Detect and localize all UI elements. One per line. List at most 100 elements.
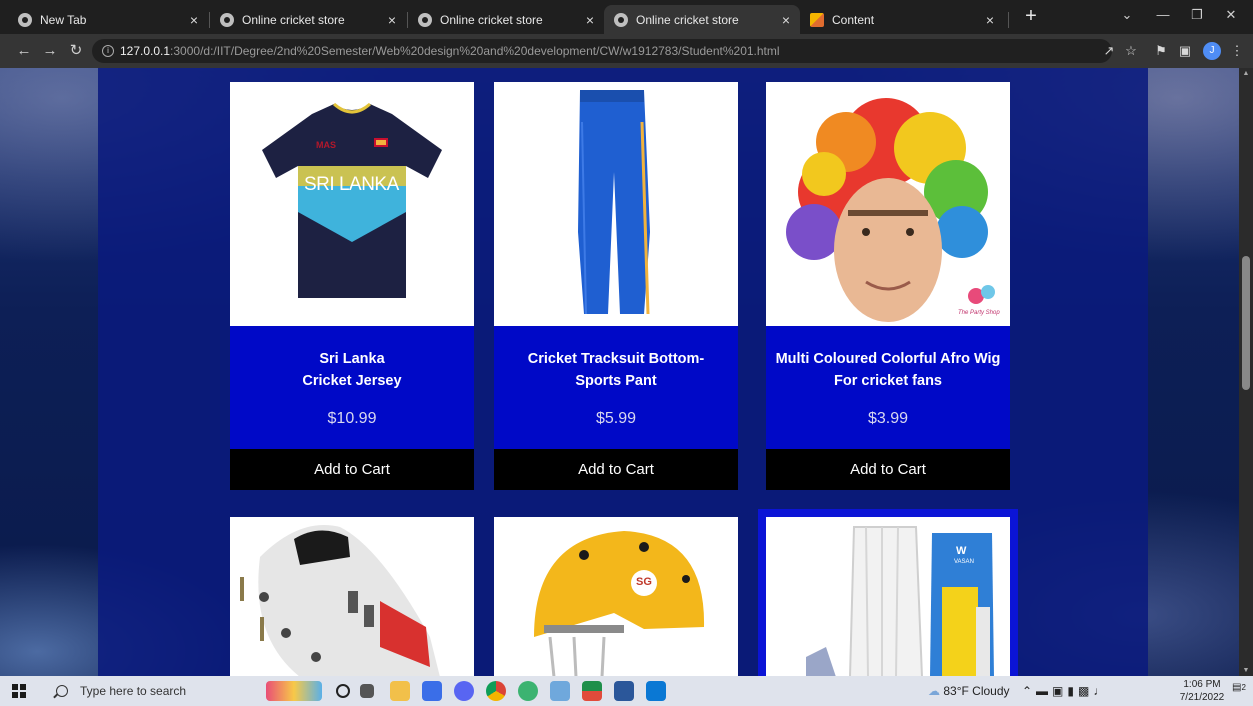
product-title: Cricket Tracksuit Bottom- Sports Pant xyxy=(494,348,738,392)
close-icon[interactable]: × xyxy=(586,12,594,28)
news-widget-icon[interactable] xyxy=(266,681,322,701)
product-price: $3.99 xyxy=(867,410,909,427)
helmet-illustration xyxy=(534,531,705,676)
pads-brand-label: VASAN xyxy=(954,559,974,565)
page-scrollbar[interactable]: ▲ ▼ xyxy=(1239,68,1253,676)
site-info-icon[interactable]: i xyxy=(102,45,114,57)
new-tab-button[interactable]: + xyxy=(1020,5,1042,27)
word-icon[interactable] xyxy=(614,681,634,701)
tab-online-cricket-store-active[interactable]: Online cricket store × xyxy=(604,5,800,34)
helmet-logo: SG xyxy=(636,576,652,588)
search-placeholder: Type here to search xyxy=(80,684,187,698)
reload-icon[interactable]: ↻ xyxy=(66,41,86,61)
address-bar[interactable]: i 127.0.0.1:3000/d:/IIT/Degree/2nd%20Sem… xyxy=(92,39,1112,63)
close-icon[interactable]: × xyxy=(388,12,396,28)
product-title: Sri Lanka Cricket Jersey xyxy=(230,348,474,392)
product-image-jersey: MAS SRI LANKA xyxy=(230,82,474,326)
url-host: 127.0.0.1 xyxy=(120,44,171,58)
product-title-line2: Cricket Jersey xyxy=(302,373,402,389)
product-title-line1: Multi Coloured Colorful Afro Wig xyxy=(775,351,1001,367)
product-image-helmet: SG xyxy=(494,517,738,676)
task-view-icon[interactable] xyxy=(360,684,374,698)
product-price: $5.99 xyxy=(595,410,637,427)
close-icon[interactable]: × xyxy=(782,12,790,28)
tab-title: New Tab xyxy=(40,12,87,27)
app-green-icon[interactable] xyxy=(518,681,538,701)
add-to-cart-button[interactable]: Add to Cart xyxy=(766,449,1010,490)
add-to-cart-button[interactable]: Add to Cart xyxy=(230,449,474,490)
notification-count: 2 xyxy=(1241,683,1246,692)
cortana-icon[interactable] xyxy=(336,684,350,698)
tab-online-cricket-store-1[interactable]: Online cricket store × xyxy=(210,5,406,34)
content-icon xyxy=(810,12,824,27)
product-card-wig: The Party Shop Multi Coloured Colorful A… xyxy=(766,82,1010,490)
browser-toolbar: ← → ↻ i 127.0.0.1:3000/d:/IIT/Degree/2nd… xyxy=(0,34,1253,68)
add-to-cart-button[interactable]: Add to Cart xyxy=(494,449,738,490)
chrome-taskbar-icon[interactable] xyxy=(486,681,506,701)
product-card-helmet: SG xyxy=(494,517,738,676)
windows-taskbar: Type here to search ☁ 83°F Cloudy ⌃▬▣▮▩♩… xyxy=(0,676,1253,706)
tab-separator xyxy=(1008,12,1009,28)
discord-icon[interactable] xyxy=(454,681,474,701)
product-image-pants xyxy=(494,82,738,326)
product-card-pads[interactable]: W VASAN xyxy=(766,517,1010,676)
jersey-print-text: SRI LANKA xyxy=(304,174,399,195)
globe-icon xyxy=(220,12,234,27)
product-image-pads: W VASAN xyxy=(766,517,1010,676)
weather-text: 83°F Cloudy xyxy=(943,684,1010,698)
scroll-up-arrow-icon[interactable]: ▲ xyxy=(1242,70,1250,77)
pads-illustration xyxy=(806,526,994,676)
app-blue-icon[interactable] xyxy=(550,681,570,701)
product-info: Sri Lanka Cricket Jersey $10.99 xyxy=(230,326,474,449)
clock-date: 7/21/2022 xyxy=(1179,692,1225,703)
tab-title: Online cricket store xyxy=(440,12,543,27)
taskbar-clock[interactable]: 1:06 PM 7/21/2022 xyxy=(1176,678,1228,704)
forward-arrow-icon[interactable]: → xyxy=(40,41,60,61)
tab-new-tab[interactable]: New Tab × xyxy=(8,5,208,34)
product-price: $10.99 xyxy=(327,410,377,427)
browser-tab-strip: New Tab × Online cricket store × Online … xyxy=(0,0,1253,34)
tab-title: Online cricket store xyxy=(242,12,345,27)
menu-kebab-icon[interactable]: ⋮ xyxy=(1228,42,1246,60)
close-icon[interactable]: × xyxy=(986,12,994,28)
url-path: :3000/d:/IIT/Degree/2nd%20Semester/Web%2… xyxy=(170,44,780,58)
vscode-icon[interactable] xyxy=(646,681,666,701)
meet-icon[interactable] xyxy=(422,681,442,701)
app-media-icon[interactable] xyxy=(582,681,602,701)
weather-widget[interactable]: ☁ 83°F Cloudy xyxy=(928,684,1010,698)
globe-icon xyxy=(418,12,432,27)
share-icon[interactable]: ↗ xyxy=(1100,42,1118,60)
tab-title: Content xyxy=(832,12,875,27)
tab-search-icon[interactable]: ⌄ xyxy=(1112,4,1142,26)
taskbar-search[interactable]: Type here to search xyxy=(44,678,256,704)
tab-title: Online cricket store xyxy=(636,12,739,27)
system-tray-icons[interactable]: ⌃▬▣▮▩♩ xyxy=(1022,684,1109,698)
pads-brand-logo: W xyxy=(956,545,967,557)
pants-illustration xyxy=(578,90,650,315)
close-icon[interactable]: × xyxy=(190,12,198,28)
product-card-pants: Cricket Tracksuit Bottom- Sports Pant $5… xyxy=(494,82,738,490)
wig-illustration xyxy=(786,98,995,322)
tab-content[interactable]: Content × xyxy=(800,5,1004,34)
search-icon xyxy=(56,685,68,697)
restore-icon[interactable]: ❐ xyxy=(1182,4,1212,26)
scroll-thumb[interactable] xyxy=(1242,256,1250,390)
profile-avatar[interactable]: J xyxy=(1203,42,1221,60)
extensions-puzzle-icon[interactable]: ⚑ xyxy=(1152,42,1170,60)
scroll-down-arrow-icon[interactable]: ▼ xyxy=(1242,667,1250,674)
back-arrow-icon[interactable]: ← xyxy=(14,41,34,61)
file-explorer-icon[interactable] xyxy=(390,681,410,701)
product-card-shoe xyxy=(230,517,474,676)
bookmark-star-icon[interactable]: ☆ xyxy=(1122,42,1140,60)
window-close-icon[interactable]: ✕ xyxy=(1216,4,1246,26)
product-title-line2: Sports Pant xyxy=(575,373,657,389)
notification-icon[interactable]: ▤2 xyxy=(1232,682,1246,693)
tab-online-cricket-store-2[interactable]: Online cricket store × xyxy=(408,5,604,34)
product-title-line1: Sri Lanka xyxy=(319,351,385,367)
product-title-line1: Cricket Tracksuit Bottom- xyxy=(527,351,705,367)
cloud-icon: ☁ xyxy=(928,684,940,698)
clock-time: 1:06 PM xyxy=(1183,679,1221,690)
side-panel-icon[interactable]: ▣ xyxy=(1176,42,1194,60)
minimize-icon[interactable]: — xyxy=(1148,4,1178,26)
windows-start-icon[interactable] xyxy=(12,684,26,698)
